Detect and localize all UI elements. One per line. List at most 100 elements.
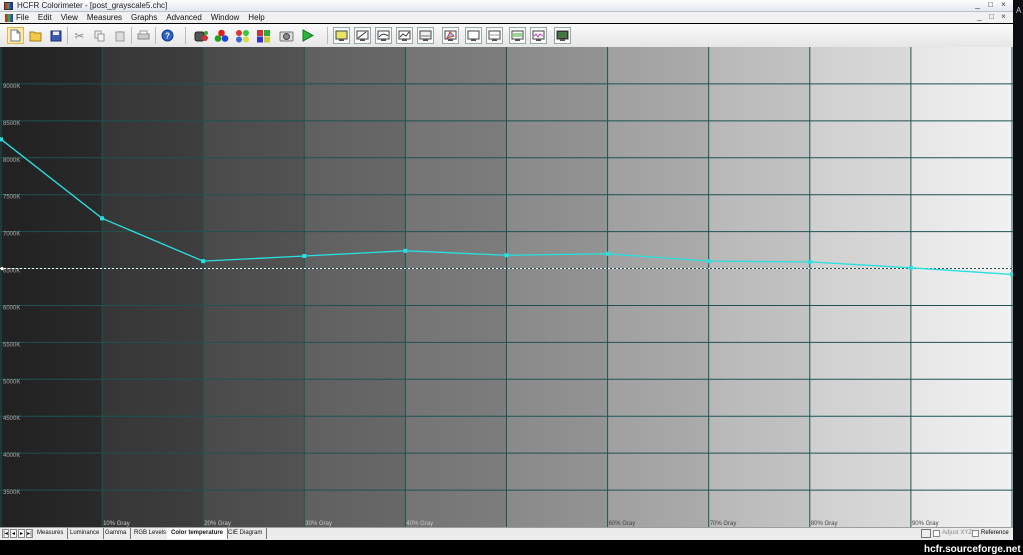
maximize-button[interactable]: □	[985, 0, 996, 10]
graph-window-1-icon[interactable]	[333, 27, 350, 44]
data-point	[605, 251, 610, 256]
y-tick-label: 8500K	[3, 121, 20, 127]
data-point	[302, 253, 307, 258]
desktop-edge-letter: A	[1016, 6, 1022, 15]
gray-band	[809, 47, 911, 527]
y-tick-label: 4000K	[3, 453, 20, 459]
adjust-xyz-label: Adjust XYZ	[942, 530, 973, 536]
tab-measures[interactable]: Measures	[33, 528, 69, 539]
menu-edit[interactable]: Edit	[38, 13, 52, 22]
window-title: HCFR Colorimeter - [post_grayscale5.chc]	[17, 1, 168, 10]
y-tick-label: 4500K	[3, 416, 20, 422]
y-tick-label: 5000K	[3, 379, 20, 385]
play-icon[interactable]	[299, 27, 316, 44]
menu-graphs[interactable]: Graphs	[131, 13, 157, 22]
help-icon[interactable]: ?	[159, 27, 176, 44]
open-folder-icon[interactable]	[27, 27, 44, 44]
graph-window-2-icon[interactable]	[354, 27, 371, 44]
y-tick-label: 3500K	[3, 490, 20, 496]
data-point	[706, 259, 711, 264]
tab-last-button[interactable]: ▸|	[26, 529, 33, 538]
rgb-circles-icon[interactable]	[213, 27, 230, 44]
gray-band	[506, 47, 608, 527]
chart-svg: 9000K 8500K 8000K 7500K 7000K 6500K 6000K 5500K…	[0, 47, 1013, 527]
graph-window-7-icon[interactable]	[486, 27, 503, 44]
data-point	[1010, 272, 1013, 277]
cut-icon[interactable]: ✂	[71, 27, 88, 44]
y-tick-label: 7000K	[3, 232, 20, 238]
graph-window-9-icon[interactable]	[530, 27, 547, 44]
gray-band	[607, 47, 709, 527]
copy-icon[interactable]	[91, 27, 108, 44]
app-icon	[4, 1, 13, 10]
reference-label: Reference	[981, 530, 1009, 536]
data-point	[807, 259, 812, 264]
toolbar: ✂ ?	[0, 24, 1013, 48]
adjust-xyz-checkbox[interactable]	[933, 530, 940, 537]
tab-prev-button[interactable]: ◂	[10, 529, 17, 538]
menu-view[interactable]: View	[61, 13, 78, 22]
desktop-edge: A	[1013, 0, 1023, 540]
title-bar: HCFR Colorimeter - [post_grayscale5.chc]…	[0, 0, 1013, 12]
minimize-button[interactable]: _	[972, 0, 983, 10]
data-point	[908, 265, 913, 270]
colorimeter-icon[interactable]	[193, 27, 210, 44]
graph-window-10-icon[interactable]	[554, 27, 571, 44]
graph-window-4-icon[interactable]	[396, 27, 413, 44]
graph-window-6-icon[interactable]	[465, 27, 482, 44]
gray-band	[304, 47, 406, 527]
menu-advanced[interactable]: Advanced	[166, 13, 202, 22]
tab-gamma[interactable]: Gamma	[101, 528, 132, 539]
measure-status-icon	[921, 529, 931, 538]
tab-color-temperature[interactable]: Color temperature	[167, 528, 229, 539]
gray-band	[708, 47, 810, 527]
y-tick-label: 7500K	[3, 195, 20, 201]
new-file-icon[interactable]	[7, 27, 24, 44]
gray-band	[910, 47, 1012, 527]
window-controls: _ □ ×	[972, 0, 1009, 10]
data-point	[201, 259, 206, 264]
document-window-controls: _ □ ×	[975, 12, 1008, 22]
gray-band	[102, 47, 204, 527]
reference-checkbox[interactable]	[972, 530, 979, 537]
close-button[interactable]: ×	[998, 0, 1009, 10]
doc-close-button[interactable]: ×	[999, 12, 1008, 22]
tab-cie-diagram[interactable]: CIE Diagram	[224, 528, 268, 539]
svg-text:?: ?	[165, 32, 170, 41]
y-tick-label: 6000K	[3, 305, 20, 311]
color-temperature-graph[interactable]: 9000K 8500K 8000K 7500K 7000K 6500K 6000K 5500K…	[0, 47, 1021, 555]
data-point	[403, 248, 408, 253]
graph-window-8-icon[interactable]	[509, 27, 526, 44]
data-point	[100, 216, 105, 221]
data-point	[504, 253, 509, 258]
graph-window-3-icon[interactable]	[375, 27, 392, 44]
menu-bar: File Edit View Measures Graphs Advanced …	[0, 12, 1013, 23]
save-icon[interactable]	[47, 27, 64, 44]
y-tick-label: 5500K	[3, 342, 20, 348]
doc-minimize-button[interactable]: _	[975, 12, 984, 22]
sheet-tabs-bar: |◂ ◂ ▸ ▸| Measures Luminance Gamma RGB L…	[0, 527, 1013, 540]
y-tick-label: 6500K	[3, 269, 20, 275]
watermark: hcfr.sourceforge.net	[924, 544, 1021, 555]
document-icon[interactable]	[5, 13, 13, 22]
doc-restore-button[interactable]: □	[987, 12, 996, 22]
y-tick-label: 8000K	[3, 158, 20, 164]
menu-help[interactable]: Help	[248, 13, 264, 22]
paste-icon[interactable]	[111, 27, 128, 44]
color-cube-icon[interactable]	[255, 27, 272, 44]
cie-window-icon[interactable]	[442, 27, 459, 44]
color-balls-icon[interactable]	[234, 27, 251, 44]
tab-luminance[interactable]: Luminance	[66, 528, 105, 539]
y-tick-label: 9000K	[3, 84, 20, 90]
tab-rgb-levels[interactable]: RGB Levels	[130, 528, 172, 539]
reference-marker	[0, 266, 4, 271]
menu-file[interactable]: File	[16, 13, 29, 22]
tab-next-button[interactable]: ▸	[18, 529, 25, 538]
menu-window[interactable]: Window	[211, 13, 239, 22]
gray-band	[203, 47, 305, 527]
print-icon[interactable]	[135, 27, 152, 44]
camera-icon[interactable]	[278, 27, 295, 44]
tab-first-button[interactable]: |◂	[2, 529, 9, 538]
graph-window-5-icon[interactable]	[417, 27, 434, 44]
menu-measures[interactable]: Measures	[87, 13, 122, 22]
